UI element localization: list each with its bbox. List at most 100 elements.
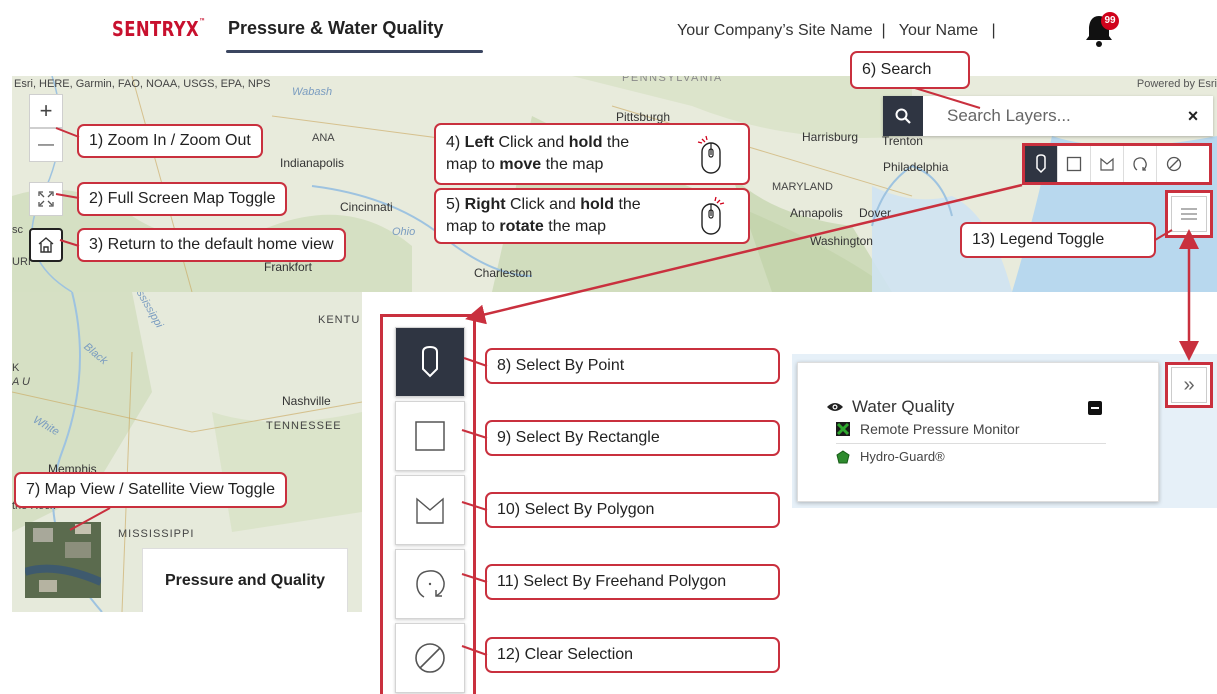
select-rectangle-tool-large[interactable] — [395, 401, 465, 471]
clear-icon — [1166, 156, 1181, 172]
legend-divider — [836, 443, 1106, 444]
callout-fullscreen: 2) Full Screen Map Toggle — [77, 182, 288, 216]
point-select-icon — [422, 345, 438, 378]
map-label-indianapolis: Indianapolis — [280, 156, 345, 170]
legend-toggle-inner — [1171, 196, 1207, 232]
map-label-nashville: Nashville — [282, 394, 331, 408]
legend-group-label: Water Quality — [852, 397, 955, 416]
callout-select-rectangle-text: 9) Select By Rectangle — [497, 429, 660, 446]
selection-toolbar-expanded — [380, 314, 476, 694]
map-label-sc: sc — [12, 224, 23, 236]
callout-move-line1: 4) Left Click and hold the — [446, 134, 630, 151]
legend-panel: Water Quality Remote Pressure Monitor Hy… — [797, 362, 1159, 502]
callout-select-freehand: 11) Select By Freehand Polygon — [485, 564, 780, 600]
callout-home-text: 3) Return to the default home view — [89, 236, 334, 253]
map-label-dover: Dover — [859, 206, 892, 220]
map-label-philadelphia: Philadelphia — [883, 160, 949, 174]
select-polygon-tool-large[interactable] — [395, 475, 465, 545]
select-polygon-tool[interactable] — [1091, 146, 1124, 182]
map-label-wabash: Wabash — [292, 86, 333, 98]
callout-clear-selection-text: 12) Clear Selection — [497, 646, 634, 663]
mouse-right-click-icon — [701, 196, 725, 235]
brand-text: SENTRYX — [112, 17, 200, 41]
map-label-harrisburg: Harrisburg — [802, 130, 859, 144]
callout-search-text: 6) Search — [862, 61, 932, 78]
rectangle-select-icon — [415, 421, 445, 451]
map-label-tennessee: TENNESSEE — [266, 420, 342, 432]
callout-home: 3) Return to the default home view — [77, 228, 346, 262]
map-label-washington: Washington — [810, 234, 873, 248]
satellite-view-toggle[interactable] — [25, 522, 101, 598]
legend-group-header[interactable]: Water Quality — [826, 397, 954, 417]
brand-tm: ™ — [199, 17, 207, 26]
fullscreen-button[interactable] — [29, 182, 63, 216]
callout-clear-selection: 12) Clear Selection — [485, 637, 780, 673]
rectangle-select-icon — [1066, 156, 1082, 172]
callout-select-polygon: 10) Select By Polygon — [485, 492, 780, 528]
mouse-left-click-icon — [697, 135, 721, 174]
app-root: SENTRYX™ Pressure & Water Quality Your C… — [0, 0, 1217, 694]
hydro-guard-icon — [836, 449, 850, 463]
expand-icon — [38, 191, 54, 207]
callout-select-point-text: 8) Select By Point — [497, 357, 625, 374]
search-button[interactable] — [883, 96, 923, 136]
clear-selection-tool[interactable] — [1157, 146, 1190, 182]
map-label-pittsburgh: Pittsburgh — [616, 110, 671, 124]
polygon-select-icon — [1100, 157, 1114, 171]
notification-badge: 99 — [1101, 12, 1119, 30]
callout-select-polygon-text: 10) Select By Polygon — [497, 501, 655, 518]
callout-search: 6) Search — [850, 51, 970, 89]
brand-logo[interactable]: SENTRYX™ — [112, 17, 206, 41]
callout-legend-toggle-text: 13) Legend Toggle — [972, 231, 1105, 248]
legend-item-label: Hydro-Guard® — [860, 449, 945, 464]
map-label-ohio-river: Ohio — [392, 226, 416, 238]
select-freehand-tool-large[interactable] — [395, 549, 465, 619]
freehand-select-icon — [1133, 157, 1147, 171]
freehand-select-icon — [416, 570, 445, 598]
search-input[interactable] — [923, 96, 1173, 136]
tab-pressure-and-quality[interactable]: Pressure and Quality — [142, 548, 348, 612]
callout-move-line2: map to move the map — [446, 156, 604, 173]
map-label-ana: ANA — [312, 132, 335, 144]
map-label-charleston: Charleston — [474, 266, 533, 280]
list-icon — [1181, 208, 1197, 220]
clear-icon — [415, 643, 445, 673]
map-label-annapolis: Annapolis — [790, 206, 843, 220]
polygon-select-icon — [416, 497, 444, 524]
legend-item: Remote Pressure Monitor — [836, 421, 1020, 437]
legend-group-collapse-icon[interactable] — [1088, 401, 1102, 415]
callout-legend-toggle: 13) Legend Toggle — [960, 222, 1156, 258]
search-box: × — [883, 96, 1213, 136]
map-label-cincinnati: Cincinnati — [340, 200, 393, 214]
legend-toggle-button[interactable] — [1165, 190, 1213, 238]
home-button[interactable] — [29, 228, 63, 262]
select-point-tool[interactable] — [1025, 146, 1058, 182]
map-label-trenton: Trenton — [882, 134, 923, 148]
callout-rotate-line1: 5) Right Click and hold the — [446, 196, 641, 213]
select-point-tool-large[interactable] — [395, 327, 465, 397]
map-label-maryland: MARYLAND — [772, 181, 833, 193]
legend-collapse-button[interactable]: » — [1165, 362, 1213, 408]
double-chevron-right-icon: » — [1171, 367, 1207, 403]
search-icon — [895, 108, 911, 124]
home-icon — [38, 237, 54, 253]
clear-selection-tool-large[interactable] — [395, 623, 465, 693]
callout-fullscreen-text: 2) Full Screen Map Toggle — [89, 190, 276, 207]
map-label-au: A U — [12, 376, 30, 388]
callout-rotate-line2: map to rotate the map — [446, 218, 607, 235]
callout-zoom: 1) Zoom In / Zoom Out — [77, 124, 263, 158]
site-user-info[interactable]: Your Company’s Site Name | Your Name | — [677, 22, 996, 40]
select-freehand-tool[interactable] — [1124, 146, 1157, 182]
eye-icon[interactable] — [826, 401, 844, 413]
zoom-out-button[interactable]: — — [29, 128, 63, 162]
callout-select-rectangle: 9) Select By Rectangle — [485, 420, 780, 456]
search-close-button[interactable]: × — [1173, 96, 1213, 136]
powered-by-esri[interactable]: Powered by Esri — [1137, 78, 1217, 90]
select-rectangle-tool[interactable] — [1058, 146, 1091, 182]
active-tab-indicator — [226, 50, 483, 53]
tab-pressure-water-quality[interactable]: Pressure & Water Quality — [228, 18, 443, 39]
map-label-pennsylvania: PENNSYLVANIA — [622, 76, 723, 84]
zoom-in-button[interactable]: + — [29, 94, 63, 128]
map-attribution: Esri, HERE, Garmin, FAO, NOAA, USGS, EPA… — [14, 78, 271, 90]
callout-move: 4) Left Click and hold the map to move t… — [434, 123, 750, 185]
